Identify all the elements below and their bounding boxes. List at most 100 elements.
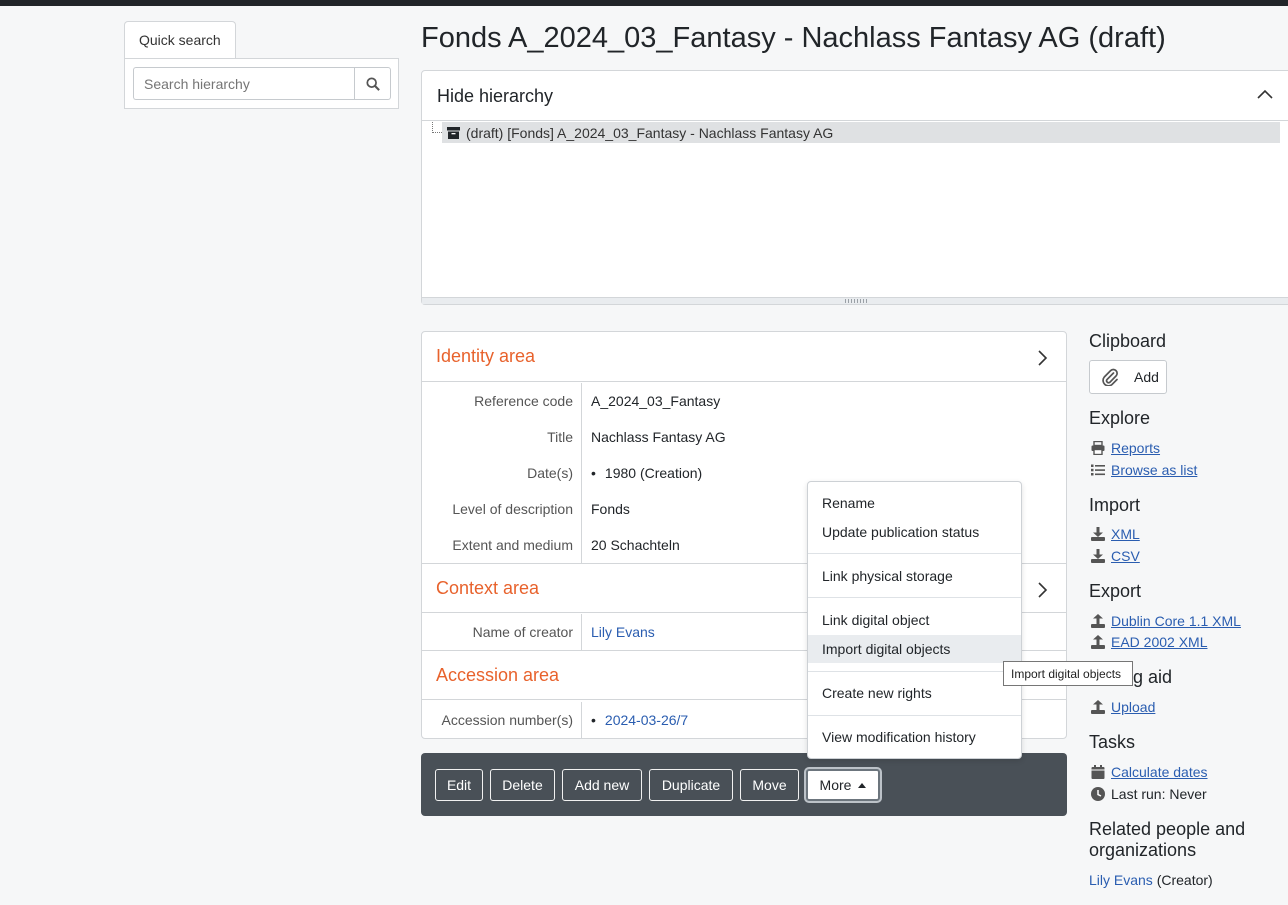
finding-aid-upload-label: Upload — [1111, 699, 1156, 715]
menu-divider — [808, 715, 1021, 716]
upload-icon — [1091, 700, 1105, 714]
field-label: Reference code — [422, 383, 582, 419]
accession-link[interactable]: 2024-03-26/7 — [605, 712, 688, 728]
field-title: Title Nachlass Fantasy AG — [422, 419, 1066, 455]
bullet-icon: • — [591, 712, 596, 728]
edit-button[interactable]: Edit — [435, 769, 483, 801]
archive-box-icon — [447, 126, 460, 139]
clipboard-add-label: Add — [1134, 369, 1159, 385]
explore-heading: Explore — [1089, 408, 1151, 428]
tree-connector — [432, 122, 442, 133]
menu-divider — [808, 553, 1021, 554]
context-area-title: Context area — [436, 578, 540, 598]
menu-divider — [808, 671, 1021, 672]
move-button[interactable]: Move — [740, 769, 799, 801]
creator-link[interactable]: Lily Evans — [591, 624, 655, 640]
calculate-dates-label: Calculate dates — [1111, 764, 1208, 780]
quick-search-tab[interactable]: Quick search — [124, 21, 236, 59]
clock-icon — [1091, 787, 1105, 801]
import-xml-link[interactable]: XML — [1091, 526, 1140, 542]
hide-hierarchy-label: Hide hierarchy — [437, 86, 554, 106]
export-dublin-core-link[interactable]: Dublin Core 1.1 XML — [1091, 613, 1241, 629]
menu-item-link-digital-object[interactable]: Link digital object — [808, 606, 1021, 634]
download-icon — [1091, 527, 1105, 541]
chevron-up-icon[interactable] — [1256, 88, 1274, 100]
import-csv-label: CSV — [1111, 548, 1140, 564]
chevron-right-icon — [1038, 350, 1048, 366]
tree-item-label: (draft) [Fonds] A_2024_03_Fantasy - Nach… — [466, 124, 834, 141]
delete-button[interactable]: Delete — [490, 769, 555, 801]
search-hierarchy-input[interactable] — [133, 67, 355, 100]
last-run-status: Last run: Never — [1091, 786, 1207, 802]
finding-aid-heading: g aid — [1133, 667, 1173, 687]
related-person-role: (Creator) — [1156, 872, 1213, 888]
import-xml-label: XML — [1111, 526, 1140, 542]
printer-icon — [1091, 441, 1105, 455]
upload-icon — [1091, 635, 1105, 649]
menu-item-update-publication-status[interactable]: Update publication status — [808, 518, 1021, 546]
last-run-label: Last run: Never — [1111, 786, 1207, 802]
upload-icon — [1091, 614, 1105, 628]
field-label: Extent and medium — [422, 527, 582, 563]
search-icon — [365, 76, 380, 91]
field-reference-code: Reference code A_2024_03_Fantasy — [422, 383, 1066, 419]
related-heading-line1: Related people and — [1089, 819, 1246, 839]
hide-hierarchy-toggle[interactable]: Hide hierarchy — [422, 71, 1288, 121]
calendar-icon — [1091, 765, 1105, 779]
tooltip: Import digital objects — [1003, 661, 1133, 686]
field-label: Level of description — [422, 491, 582, 527]
quick-search-panel — [124, 58, 399, 109]
add-new-button[interactable]: Add new — [562, 769, 642, 801]
page-title: Fonds A_2024_03_Fantasy - Nachlass Fanta… — [421, 22, 1166, 54]
hierarchy-resize-handle[interactable] — [422, 297, 1288, 304]
browse-as-list-link[interactable]: Browse as list — [1091, 462, 1197, 478]
download-icon — [1091, 549, 1105, 563]
export-ead-label: EAD 2002 XML — [1111, 634, 1208, 650]
menu-item-create-new-rights[interactable]: Create new rights — [808, 679, 1021, 707]
tasks-heading: Tasks — [1089, 732, 1136, 752]
menu-item-rename[interactable]: Rename — [808, 489, 1021, 517]
grip-icon — [845, 299, 867, 303]
tree-item-fonds[interactable]: (draft) [Fonds] A_2024_03_Fantasy - Nach… — [442, 122, 1280, 143]
duplicate-button[interactable]: Duplicate — [649, 769, 733, 801]
list-icon — [1091, 464, 1105, 476]
related-person-entry: Lily Evans (Creator) — [1089, 872, 1213, 888]
field-label: Date(s) — [422, 455, 582, 491]
menu-item-link-physical-storage[interactable]: Link physical storage — [808, 562, 1021, 590]
action-bar: Edit Delete Add new Duplicate Move More — [421, 753, 1067, 816]
more-label: More — [819, 777, 852, 793]
identity-area-header[interactable]: Identity area — [422, 332, 1066, 382]
menu-divider — [808, 597, 1021, 598]
field-label: Name of creator — [422, 614, 582, 650]
hierarchy-panel: Hide hierarchy (draft) [Fonds] A_2024_03… — [421, 70, 1288, 305]
import-csv-link[interactable]: CSV — [1091, 548, 1140, 564]
accession-value-wrapper: • 2024-03-26/7 — [591, 712, 688, 728]
paperclip-icon — [1102, 368, 1118, 386]
clipboard-add-button[interactable]: Add — [1089, 360, 1167, 394]
chevron-right-icon — [1038, 582, 1048, 598]
menu-item-import-digital-objects[interactable]: Import digital objects — [808, 635, 1021, 663]
identity-area-title: Identity area — [436, 346, 536, 366]
field-label: Title — [422, 419, 582, 455]
menu-item-view-modification-history[interactable]: View modification history — [808, 723, 1021, 751]
export-heading: Export — [1089, 581, 1142, 601]
more-button[interactable]: More — [806, 769, 880, 801]
caret-up-icon — [858, 782, 867, 788]
field-value: Fonds — [591, 501, 630, 517]
import-heading: Import — [1089, 495, 1141, 515]
related-person-link[interactable]: Lily Evans — [1089, 872, 1153, 888]
more-dropdown-menu: Rename Update publication status Link ph… — [807, 481, 1022, 759]
related-heading-line2: organizations — [1089, 840, 1197, 860]
top-bar — [0, 0, 1288, 6]
field-value: Nachlass Fantasy AG — [591, 429, 726, 445]
browse-as-list-label: Browse as list — [1111, 462, 1198, 478]
field-value: 1980 (Creation) — [591, 465, 702, 481]
field-value: A_2024_03_Fantasy — [591, 393, 721, 409]
clipboard-heading: Clipboard — [1089, 331, 1167, 351]
calculate-dates-link[interactable]: Calculate dates — [1091, 764, 1208, 780]
search-button[interactable] — [354, 67, 391, 100]
reports-label: Reports — [1111, 440, 1161, 456]
finding-aid-upload-link[interactable]: Upload — [1091, 699, 1155, 715]
reports-link[interactable]: Reports — [1091, 440, 1160, 456]
export-ead-link[interactable]: EAD 2002 XML — [1091, 634, 1208, 650]
